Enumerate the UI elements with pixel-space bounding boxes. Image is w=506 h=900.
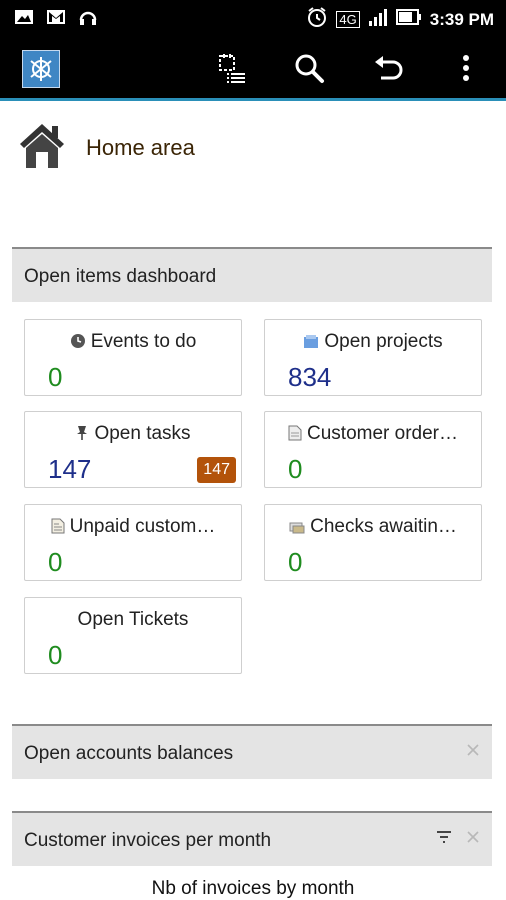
card-label-row: Events to do: [25, 331, 241, 355]
card-value: 0: [288, 547, 303, 577]
close-icon[interactable]: [466, 743, 480, 762]
close-icon[interactable]: [466, 830, 480, 849]
home-header: Home area: [16, 122, 195, 174]
card-label: Checks awaitin…: [310, 516, 457, 537]
card-events-to-do[interactable]: Events to do 0: [24, 319, 242, 396]
dashboard-section-header[interactable]: Open items dashboard: [12, 247, 492, 302]
invoices-title: Customer invoices per month: [24, 830, 272, 851]
card-label: Open projects: [324, 331, 443, 352]
checks-icon: [289, 518, 305, 540]
card-label: Customer order…: [307, 423, 458, 444]
card-label: Open tasks: [94, 423, 191, 444]
card-label: Unpaid custom…: [69, 516, 216, 537]
section-actions: [436, 830, 480, 849]
card-label: Events to do: [90, 331, 197, 352]
card-open-tickets[interactable]: Open Tickets 0: [24, 597, 242, 674]
document-icon: [288, 425, 302, 447]
network-type-label: 4G: [336, 11, 360, 28]
undo-icon[interactable]: [371, 50, 407, 86]
card-value: 0: [288, 454, 303, 484]
invoice-icon: [51, 518, 65, 540]
card-customer-orders[interactable]: Customer order… 0: [264, 411, 482, 488]
signal-icon: [368, 7, 388, 32]
card-label-row: Open projects: [265, 331, 481, 355]
app-toolbar: [0, 36, 506, 101]
home-icon: [16, 120, 68, 177]
card-label-row: Open tasks: [25, 423, 241, 447]
invoices-section-header[interactable]: Customer invoices per month: [12, 811, 492, 866]
chart-caption: Nb of invoices by month: [151, 878, 355, 899]
balances-title: Open accounts balances: [24, 743, 234, 764]
card-label: Open Tickets: [77, 609, 189, 630]
clock-icon: [70, 333, 86, 355]
filter-icon[interactable]: [436, 830, 452, 849]
calendar-list-icon[interactable]: [214, 50, 250, 86]
projects-icon: [303, 333, 319, 355]
section-actions: [466, 743, 480, 762]
card-label-row: Customer order…: [265, 423, 481, 447]
card-label-row: Checks awaitin…: [265, 516, 481, 540]
card-checks-awaiting[interactable]: Checks awaitin… 0: [264, 504, 482, 581]
pin-icon: [75, 425, 89, 447]
dashboard-title: Open items dashboard: [24, 266, 217, 287]
headset-notification-icon: [78, 8, 98, 31]
card-value: 0: [48, 362, 63, 392]
card-open-tasks[interactable]: Open tasks 147 147: [24, 411, 242, 488]
app-logo-icon[interactable]: [22, 50, 60, 88]
status-bar: 4G 3:39 PM: [0, 0, 506, 36]
count-badge: 147: [197, 457, 236, 483]
card-open-projects[interactable]: Open projects 834: [264, 319, 482, 396]
page-title: Home area: [86, 135, 195, 160]
card-value: 0: [48, 547, 63, 577]
image-notification-icon: [14, 9, 34, 30]
overflow-menu-icon[interactable]: [448, 50, 484, 86]
card-value: 0: [48, 640, 63, 670]
card-unpaid-customer-invoices[interactable]: Unpaid custom… 0: [24, 504, 242, 581]
battery-icon: [395, 9, 422, 30]
card-label-row: Unpaid custom…: [25, 516, 241, 540]
clock-time: 3:39 PM: [429, 9, 494, 29]
alarm-icon: [306, 6, 328, 33]
card-label-row: Open Tickets: [25, 609, 241, 631]
card-value: 147: [48, 454, 92, 484]
card-value: 834: [288, 362, 332, 392]
balances-section-header[interactable]: Open accounts balances: [12, 724, 492, 779]
gmail-notification-icon: [46, 9, 66, 30]
search-icon[interactable]: [291, 50, 327, 86]
